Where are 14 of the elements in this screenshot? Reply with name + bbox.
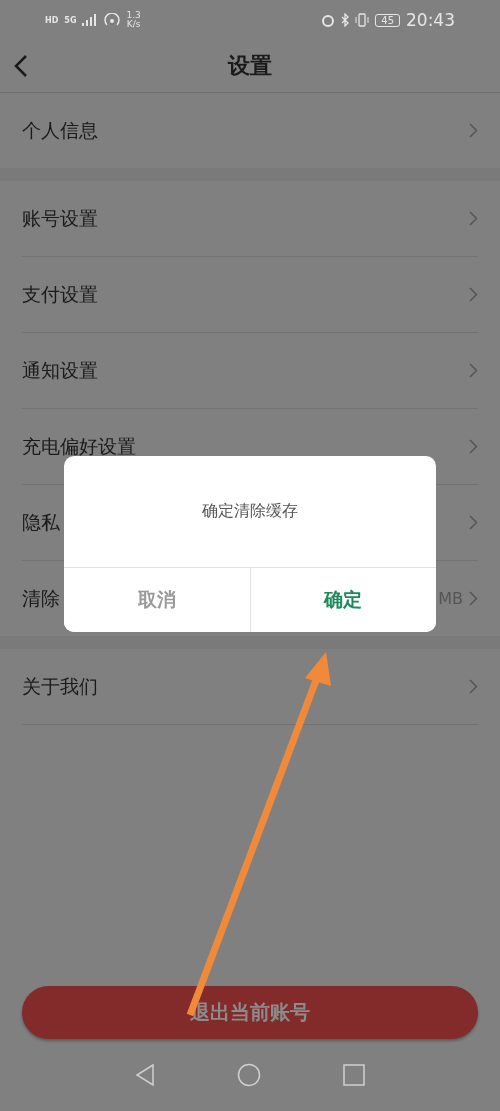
row-label: 个人信息	[22, 118, 98, 143]
row-label: 清除	[22, 586, 60, 611]
row-label: 隐私	[22, 510, 60, 535]
row-label: 充电偏好设置	[22, 434, 136, 459]
network-speed: 1.3 K/s	[126, 11, 141, 29]
row-label: 通知设置	[22, 358, 98, 383]
row-label: 账号设置	[22, 206, 98, 231]
row-label: 支付设置	[22, 282, 98, 307]
network-type-label: 5G	[64, 15, 77, 25]
row-label: 关于我们	[22, 674, 98, 699]
page-title: 设置	[228, 52, 272, 80]
battery-level: 45	[375, 13, 400, 27]
clock-time: 20:43	[406, 10, 455, 30]
network-type-label: HD	[45, 15, 59, 25]
